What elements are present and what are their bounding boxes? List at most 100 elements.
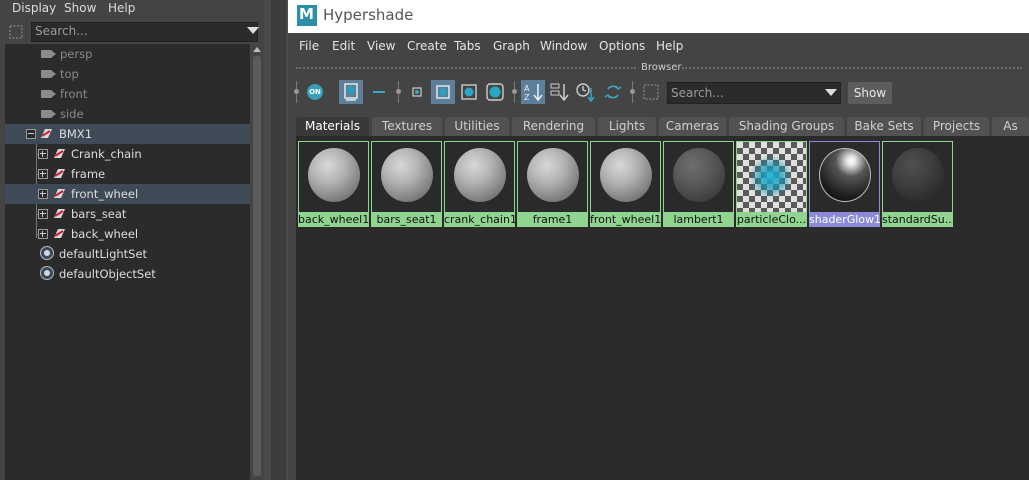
material-label: front_wheel1 — [590, 212, 661, 227]
toolbar-separator — [294, 81, 299, 103]
menu-edit[interactable]: Edit — [332, 39, 355, 53]
maya-logo-icon: M — [297, 5, 317, 26]
collapse-icon[interactable] — [26, 129, 36, 139]
small-swatch-icon — [412, 87, 422, 97]
item-label: defaultLightSet — [59, 247, 148, 261]
tab-bake-sets[interactable]: Bake Sets — [847, 117, 921, 136]
set-icon — [40, 246, 54, 260]
swatch-view-button[interactable] — [339, 80, 363, 104]
menu-display[interactable]: Display — [12, 1, 56, 15]
item-label: back_wheel — [71, 227, 139, 241]
expand-icon[interactable] — [38, 149, 48, 159]
outliner-item-side[interactable]: side — [5, 104, 250, 124]
item-label: defaultObjectSet — [59, 267, 156, 281]
outliner-item-crank-chain[interactable]: Crank_chain — [5, 144, 250, 164]
expand-icon[interactable] — [38, 209, 48, 219]
menu-tabs[interactable]: Tabs — [454, 39, 481, 53]
tab-projects[interactable]: Projects — [924, 117, 989, 136]
camera-icon — [41, 110, 56, 118]
material-swatch-standard-surface[interactable]: standardSu... — [882, 141, 953, 227]
clock-icon — [576, 83, 595, 103]
sphere-preview — [600, 148, 652, 202]
tab-lights[interactable]: Lights — [598, 117, 656, 136]
outliner-panel: Display Show Help Search... persp top fr… — [0, 0, 264, 480]
title-bar[interactable]: M Hypershade — [288, 0, 1029, 33]
scroll-up-icon[interactable] — [253, 47, 261, 52]
outliner-item-persp[interactable]: persp — [5, 44, 250, 64]
menu-help[interactable]: Help — [108, 1, 135, 15]
browser-search-input[interactable]: Search... — [667, 82, 841, 104]
tab-utilities[interactable]: Utilities — [445, 117, 509, 136]
menu-file[interactable]: File — [299, 39, 319, 53]
material-swatch-particle-cloud[interactable]: particleClo... — [736, 141, 807, 227]
sort-by-type-button[interactable] — [547, 80, 571, 104]
material-label: shaderGlow1 — [809, 212, 880, 227]
material-swatch-back-wheel1[interactable]: back_wheel1 — [298, 141, 369, 227]
list-view-button[interactable] — [367, 80, 391, 104]
sort-by-time-button[interactable] — [573, 80, 597, 104]
toggle-on-button[interactable]: ON — [303, 80, 327, 104]
material-swatch-frame1[interactable]: frame1 — [517, 141, 588, 227]
reverse-order-button[interactable] — [601, 80, 625, 104]
material-swatch-crank-chain1[interactable]: crank_chain1 — [444, 141, 515, 227]
material-preview — [737, 142, 806, 212]
material-swatch-shader-glow1[interactable]: shaderGlow1 — [809, 141, 880, 227]
outliner-item-bars-seat[interactable]: bars_seat — [5, 204, 250, 224]
outliner-item-front-wheel[interactable]: front_wheel — [5, 184, 250, 204]
outliner-item-bmx1[interactable]: BMX1 — [5, 124, 250, 144]
material-swatch-bars-seat1[interactable]: bars_seat1 — [371, 141, 442, 227]
medium-icon-button[interactable] — [431, 80, 455, 104]
panel-divider[interactable] — [271, 0, 286, 480]
outliner-item-back-wheel[interactable]: back_wheel — [5, 224, 250, 244]
material-preview — [810, 142, 879, 212]
menu-help[interactable]: Help — [656, 39, 683, 53]
menu-options[interactable]: Options — [599, 39, 645, 53]
large-swatch-icon — [461, 84, 477, 100]
tab-cameras[interactable]: Cameras — [659, 117, 726, 136]
logo-letter: M — [299, 5, 314, 23]
small-icon-button[interactable] — [405, 80, 429, 104]
camera-icon — [41, 70, 56, 78]
outliner-item-front[interactable]: front — [5, 84, 250, 104]
material-label: bars_seat1 — [371, 212, 442, 227]
extra-large-icon-button[interactable] — [483, 80, 507, 104]
menu-view[interactable]: View — [367, 39, 395, 53]
outliner-item-frame[interactable]: frame — [5, 164, 250, 184]
outliner-item-top[interactable]: top — [5, 64, 250, 84]
expand-icon[interactable] — [38, 229, 48, 239]
material-swatch-lambert1[interactable]: lambert1 — [663, 141, 734, 227]
scrollbar-thumb[interactable] — [253, 56, 261, 476]
large-icon-button[interactable] — [457, 80, 481, 104]
toolbar-separator — [396, 81, 401, 103]
menu-window[interactable]: Window — [540, 39, 587, 53]
sort-by-name-button[interactable]: A Z — [521, 80, 545, 104]
outliner-item-default-light-set[interactable]: defaultLightSet — [5, 244, 250, 264]
chevron-down-icon[interactable] — [825, 89, 837, 96]
show-button[interactable]: Show — [848, 82, 892, 104]
item-label: bars_seat — [71, 207, 127, 221]
chevron-down-icon[interactable] — [247, 27, 259, 34]
outliner-scrollbar[interactable] — [251, 44, 263, 480]
browser-panel-header[interactable]: Browser — [288, 60, 1029, 76]
expand-icon[interactable] — [38, 169, 48, 179]
menu-graph[interactable]: Graph — [493, 39, 530, 53]
menu-create[interactable]: Create — [407, 39, 447, 53]
expand-icon[interactable] — [38, 189, 48, 199]
outliner-search-input[interactable]: Search... — [31, 22, 258, 42]
item-label: Crank_chain — [71, 147, 142, 161]
menu-show[interactable]: Show — [64, 1, 96, 15]
tab-materials[interactable]: Materials — [296, 117, 369, 136]
tab-shading-groups[interactable]: Shading Groups — [729, 117, 844, 136]
filter-button[interactable] — [639, 80, 663, 104]
outliner-item-default-object-set[interactable]: defaultObjectSet — [5, 264, 250, 284]
refresh-icon — [604, 85, 622, 99]
sphere-preview — [819, 148, 871, 202]
tab-textures[interactable]: Textures — [372, 117, 442, 136]
tab-assets[interactable]: As — [992, 117, 1029, 136]
material-swatch-front-wheel1[interactable]: front_wheel1 — [590, 141, 661, 227]
camera-icon — [41, 90, 56, 98]
filter-icon[interactable] — [8, 24, 24, 40]
on-label: ON — [307, 84, 323, 100]
sphere-preview — [673, 148, 725, 202]
tab-rendering[interactable]: Rendering — [512, 117, 595, 136]
